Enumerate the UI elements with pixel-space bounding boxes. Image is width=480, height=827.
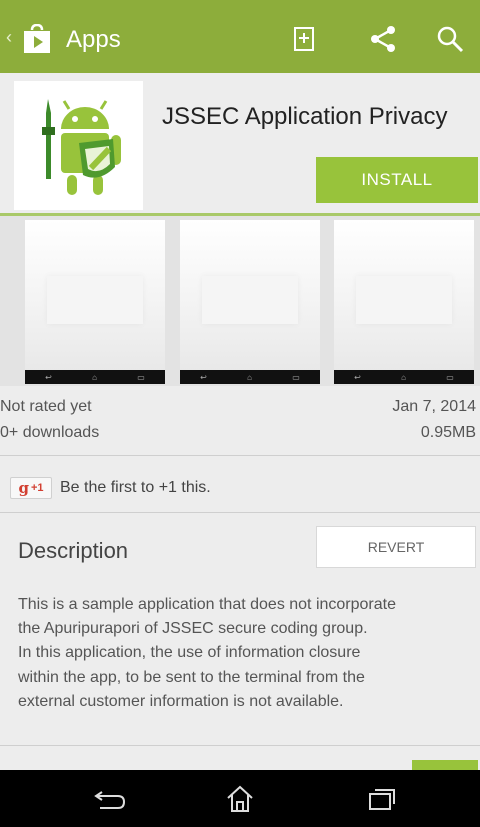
back-icon[interactable] (92, 784, 128, 814)
system-nav-bar (0, 770, 480, 827)
play-store-bag-icon[interactable] (20, 23, 60, 54)
wishlist-add-icon[interactable] (287, 22, 321, 56)
install-button[interactable]: INSTALL (316, 157, 478, 203)
app-name: JSSEC Application Privacy (162, 103, 448, 130)
google-plus-one-button[interactable]: g +1 (10, 477, 52, 499)
screenshot-strip[interactable]: ↩ ⌂ ▭ ↩ ⌂ ▭ ↩ ⌂ ▭ (0, 216, 480, 386)
screenshot-nav-bar: ↩ ⌂ ▭ (180, 370, 320, 384)
app-details-screen: ‹ Apps JSSEC Application Privacy INSTALL… (0, 0, 480, 827)
action-bar: ‹ Apps (0, 0, 480, 73)
screenshot-nav-bar: ↩ ⌂ ▭ (334, 370, 474, 384)
recents-icon[interactable] (364, 784, 400, 814)
app-icon (14, 81, 143, 210)
screenshot-thumbnail[interactable]: ↩ ⌂ ▭ (180, 220, 320, 384)
screenshot-nav-bar: ↩ ⌂ ▭ (25, 370, 165, 384)
chevron-left-icon[interactable]: ‹ (6, 28, 12, 46)
divider (0, 745, 480, 746)
screenshot-thumbnail[interactable]: ↩ ⌂ ▭ (25, 220, 165, 384)
plus-one-row: g +1 Be the first to +1 this. (10, 476, 211, 500)
screenshot-thumbnail[interactable]: ↩ ⌂ ▭ (334, 220, 474, 384)
divider (0, 455, 480, 456)
description-text: This is a sample application that does n… (18, 596, 396, 710)
rating-text: Not rated yet (0, 398, 92, 415)
description-heading: Description (18, 538, 129, 563)
revert-button[interactable]: REVERT (316, 526, 476, 568)
app-header: JSSEC Application Privacy INSTALL (0, 73, 480, 215)
search-icon[interactable] (433, 22, 467, 56)
divider (0, 512, 480, 513)
release-date: Jan 7, 2014 (392, 398, 476, 415)
file-size: 0.95MB (420, 424, 476, 441)
android-shield-icon (41, 98, 121, 195)
app-stats: Not rated yet 0+ downloads Jan 7, 2014 0… (0, 398, 480, 450)
share-icon[interactable] (366, 22, 400, 56)
plus-one-text: Be the first to +1 this. (60, 479, 211, 496)
section-title[interactable]: Apps (66, 26, 121, 54)
downloads-text: 0+ downloads (0, 424, 100, 441)
home-icon[interactable] (222, 784, 258, 814)
